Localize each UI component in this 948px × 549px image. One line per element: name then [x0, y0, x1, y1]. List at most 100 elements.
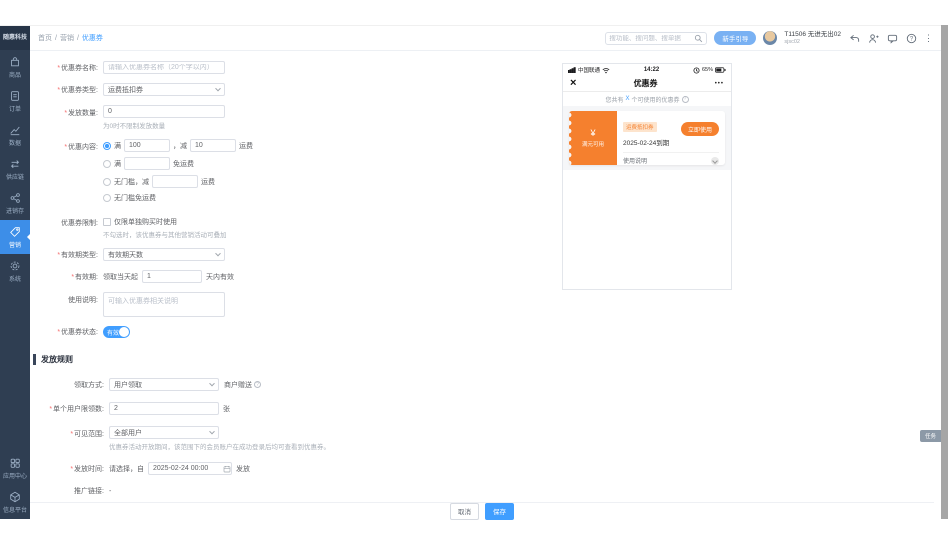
mobile-preview-panel: 中国联通 14:22 65% × 优惠券 ••• 您共有 X 个可使用的优惠券 …: [562, 63, 732, 290]
breadcrumb-section[interactable]: 营销: [60, 33, 74, 43]
app-frame: 随惠科技 商品 订单 数据 供应链 进销存 营销 系统 应用中心 信息平台 首页…: [0, 25, 941, 520]
field-label-coupon-status: 优惠券状态:: [30, 327, 98, 337]
chevron-down-icon: [215, 85, 221, 91]
issue-quantity-input[interactable]: [108, 108, 220, 115]
sidebar-item-label: 系统: [8, 277, 21, 283]
grid-icon: [10, 458, 20, 468]
question-circle-icon[interactable]: ?: [254, 381, 261, 388]
issue-quantity-hint: 为0时不限制发放数量: [103, 123, 166, 130]
usage-note-textarea[interactable]: [103, 292, 225, 317]
radio-selected-icon[interactable]: [103, 141, 111, 150]
breadcrumb-separator: /: [55, 34, 57, 42]
option-text: 无门槛免运费: [114, 195, 156, 202]
sidebar-item-supply-chain[interactable]: 供应链: [0, 152, 30, 186]
sidebar-item-inventory[interactable]: 进销存: [0, 186, 30, 220]
save-button[interactable]: 保存: [485, 502, 514, 520]
currency-symbol: ¥: [590, 128, 596, 138]
toggle-knob-icon: [119, 327, 129, 337]
issue-time-input[interactable]: [153, 465, 223, 472]
expand-chevron-icon[interactable]: [711, 156, 719, 165]
issue-time-datepicker[interactable]: [148, 462, 232, 475]
phone-status-bar: 中国联通 14:22 65%: [563, 64, 731, 76]
sidebar-item-label: 进销存: [5, 209, 24, 215]
option-text: 免运费: [173, 160, 194, 168]
use-now-button[interactable]: 立即使用: [680, 122, 719, 136]
breadcrumb: 首页 / 营销 / 优惠券: [38, 33, 103, 43]
validity-type-select[interactable]: 有效期天数: [103, 248, 225, 261]
coupon-content-option-no-threshold-free[interactable]: 无门槛免运费: [103, 193, 253, 203]
coupon-content-option-threshold-free[interactable]: 满 免运费: [103, 157, 253, 170]
tag-icon: [10, 227, 20, 237]
radio-icon[interactable]: [103, 177, 111, 186]
question-circle-icon: ?: [906, 33, 916, 43]
field-label-coupon-content: 优惠内容:: [30, 142, 98, 152]
message-icon[interactable]: [886, 32, 898, 44]
coupon-type-select[interactable]: 运费抵扣券: [103, 83, 225, 96]
no-threshold-deduct-input[interactable]: [157, 178, 193, 185]
sidebar-item-app-center[interactable]: 应用中心: [0, 451, 30, 485]
chevron-down-icon: [209, 380, 215, 386]
question-circle-icon[interactable]: ?: [681, 95, 689, 103]
coupon-name-field: [103, 61, 225, 74]
battery-percent: 65%: [701, 67, 713, 73]
threshold-amount-input[interactable]: [129, 142, 165, 149]
coupon-name-input[interactable]: [108, 64, 220, 71]
radio-icon[interactable]: [103, 159, 111, 168]
cancel-button[interactable]: 取消: [450, 502, 479, 520]
sidebar-item-marketing[interactable]: 营销: [0, 220, 30, 254]
field-label-per-user-limit: 单个用户限领数:: [30, 404, 104, 414]
sidebar-item-info-platform[interactable]: 信息平台: [0, 485, 30, 519]
beginner-guide-button[interactable]: 新手引导: [714, 31, 757, 45]
per-user-limit-input[interactable]: [114, 405, 214, 412]
more-menu-icon[interactable]: ⋮: [924, 33, 933, 44]
validity-days-input[interactable]: [147, 273, 197, 280]
sidebar-item-label: 应用中心: [2, 474, 27, 480]
sidebar-item-goods[interactable]: 商品: [0, 50, 30, 84]
claim-method-select[interactable]: 用户领取: [109, 378, 219, 391]
field-label-coupon-restriction: 优惠券限制:: [61, 220, 98, 227]
claim-method-side-note: 商户赠送 ?: [224, 380, 261, 390]
deduct-amount-field: [190, 139, 236, 152]
coupon-status-toggle[interactable]: 有效: [103, 326, 130, 338]
validity-prefix: 领取当天起: [103, 273, 138, 281]
visibility-value: 全部用户: [114, 429, 142, 437]
user-info[interactable]: T11506 无进无出02 sjsc02: [784, 31, 841, 45]
sidebar-item-label: 供应链: [5, 175, 24, 181]
sidebar-item-orders[interactable]: 订单: [0, 84, 30, 118]
reply-arrow-icon: [849, 34, 859, 42]
sidebar-item-data[interactable]: 数据: [0, 118, 30, 152]
switch-account-icon[interactable]: [848, 32, 860, 44]
restriction-checkbox-label: 仅限单独购买时使用: [114, 219, 177, 226]
share-nodes-icon: [10, 193, 20, 203]
signal-bars-icon: [568, 67, 576, 73]
chart-icon: [10, 126, 20, 136]
gear-icon: [10, 261, 20, 271]
coupon-content-option-threshold-deduct[interactable]: 满 ，减 运费: [103, 139, 253, 152]
avatar[interactable]: [763, 31, 778, 45]
field-label-coupon-type: 优惠券类型:: [30, 85, 98, 95]
phone-body: ¥ 满元可用 运费抵扣券 2025-02-24到期 立即使用 使用说明: [563, 106, 731, 170]
search-input[interactable]: [609, 34, 695, 42]
radio-icon[interactable]: [103, 194, 111, 202]
contacts-icon[interactable]: [867, 32, 879, 44]
field-label-coupon-name: 优惠券名称:: [30, 63, 98, 73]
coupon-note-row[interactable]: 使用说明: [623, 152, 719, 165]
restriction-checkbox-row[interactable]: 仅限单独购买时使用: [103, 217, 227, 227]
free-shipping-threshold-input[interactable]: [129, 160, 165, 167]
field-label-validity: 有效期:: [30, 272, 98, 282]
carrier-label: 中国联通: [578, 68, 601, 74]
coupon-content-option-no-threshold-deduct[interactable]: 无门槛，减 运费: [103, 175, 253, 188]
person-icon: [868, 33, 879, 43]
help-icon[interactable]: ?: [905, 32, 917, 44]
checkbox-icon[interactable]: [103, 218, 111, 226]
deduct-amount-input[interactable]: [195, 142, 231, 149]
more-dots-icon[interactable]: •••: [715, 81, 724, 87]
search-icon[interactable]: [694, 34, 703, 43]
restriction-hint: 不勾选时，该优惠券与其他营销活动可叠加: [103, 232, 227, 239]
scrollbar-strip[interactable]: [941, 25, 948, 519]
task-side-tab[interactable]: 任务: [920, 430, 941, 442]
visibility-select[interactable]: 全部用户: [109, 426, 219, 439]
sidebar-item-label: 订单: [8, 107, 21, 113]
sidebar-item-system[interactable]: 系统: [0, 254, 30, 288]
breadcrumb-home[interactable]: 首页: [38, 33, 52, 43]
